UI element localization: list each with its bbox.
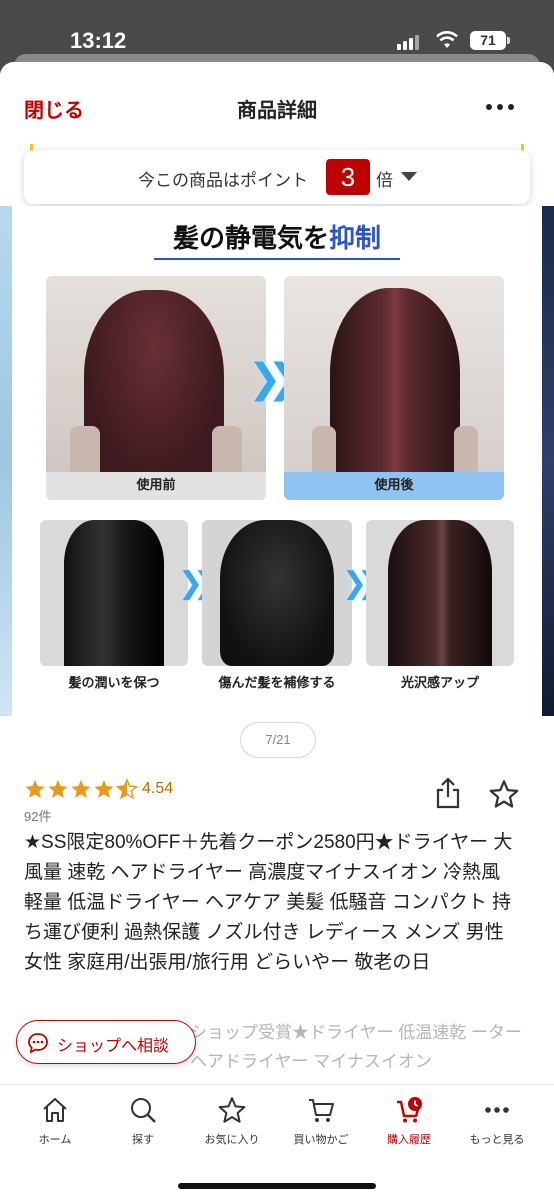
- star-half-icon: [116, 778, 138, 800]
- points-text: 今この商品はポイント: [138, 171, 308, 190]
- status-bar: 13:12 71: [0, 0, 554, 58]
- headline-underline: [154, 258, 400, 260]
- more-options-icon[interactable]: [484, 92, 516, 120]
- status-time: 13:12: [70, 28, 127, 53]
- product-image[interactable]: 髪の静電気を抑制 使用前 ❯❯ 使用後 ❯❯ ❯❯ 髪の潤いを保つ 傷んだ髪を補…: [12, 206, 542, 716]
- carousel-page-indicator: 7/21: [240, 722, 316, 758]
- phone-screen: 13:12 71 閉じる 商品詳細 今この商品はポイント 3 倍 髪の静電気を抑…: [0, 0, 554, 1200]
- before-label: 使用前: [46, 472, 266, 500]
- points-multiplier-badge: 3: [326, 159, 370, 195]
- wifi-icon: [436, 31, 458, 48]
- step-photo-moisture: [40, 520, 188, 666]
- step-label-moisture: 髪の潤いを保つ: [68, 676, 160, 691]
- star-icon: [218, 1097, 246, 1123]
- shop-consult-label: ショップへ相談: [57, 1038, 170, 1055]
- nav-bar: 閉じる 商品詳細: [0, 62, 554, 144]
- tab-search[interactable]: 探す: [98, 1095, 188, 1161]
- step-photo-repair: [202, 520, 352, 666]
- share-icon[interactable]: [434, 776, 462, 810]
- after-label: 使用後: [284, 472, 504, 500]
- star-full-icon: [48, 779, 68, 798]
- star-full-icon: [71, 779, 91, 798]
- bottom-tab-bar: ホーム 探す お気に入り 買い物かご 購入履歴 もっと見る: [0, 1084, 554, 1200]
- previous-image-peek[interactable]: [0, 206, 12, 716]
- home-icon: [43, 1098, 67, 1122]
- cart-icon: [309, 1099, 334, 1122]
- step-label-gloss: 光沢感アップ: [400, 676, 479, 691]
- battery-indicator: 71: [470, 31, 510, 50]
- more-icon: [485, 1107, 509, 1113]
- tab-home[interactable]: ホーム: [10, 1095, 100, 1161]
- star-full-icon: [94, 779, 114, 798]
- caret-down-icon: [401, 172, 417, 181]
- product-detail-sheet: 閉じる 商品詳細 今この商品はポイント 3 倍 髪の静電気を抑制 使用前 ❯❯ …: [0, 62, 554, 1200]
- image-carousel[interactable]: 髪の静電気を抑制 使用前 ❯❯ 使用後 ❯❯ ❯❯ 髪の潤いを保つ 傷んだ髪を補…: [0, 206, 554, 716]
- search-icon: [131, 1098, 156, 1123]
- image-headline: 髪の静電気を抑制: [172, 224, 382, 254]
- before-photo: 使用前: [46, 276, 266, 500]
- page-title: 商品詳細: [237, 100, 317, 122]
- home-indicator: [178, 1183, 376, 1189]
- step-photo-gloss: [366, 520, 514, 666]
- rating-value: 4.54: [142, 780, 174, 797]
- favorite-star-icon[interactable]: [488, 778, 520, 810]
- step-label-repair: 傷んだ髪を補修する: [218, 676, 336, 691]
- review-count[interactable]: 92件: [24, 806, 51, 825]
- tab-more[interactable]: もっと見る: [452, 1095, 542, 1161]
- tab-favorites[interactable]: お気に入り: [187, 1095, 277, 1161]
- chat-bubble-icon: [28, 1033, 48, 1054]
- star-full-icon: [25, 779, 45, 798]
- product-title: ★SS限定80%OFF＋先着クーポン2580円★ドライヤー 大風量 速乾 ヘアド…: [24, 832, 513, 973]
- double-chevron-right-icon: ❯❯: [248, 356, 301, 402]
- points-suffix: 倍: [376, 171, 393, 190]
- after-photo: 使用後: [284, 276, 504, 500]
- tab-cart[interactable]: 買い物かご: [276, 1095, 366, 1161]
- signal-icon: [397, 34, 421, 50]
- points-banner[interactable]: 今この商品はポイント 3 倍: [24, 150, 530, 204]
- next-image-peek[interactable]: [542, 206, 554, 716]
- tab-purchase-history[interactable]: 購入履歴: [364, 1095, 454, 1161]
- purchase-history-icon: [397, 1097, 422, 1123]
- shop-consult-button[interactable]: ショップへ相談: [16, 1020, 196, 1064]
